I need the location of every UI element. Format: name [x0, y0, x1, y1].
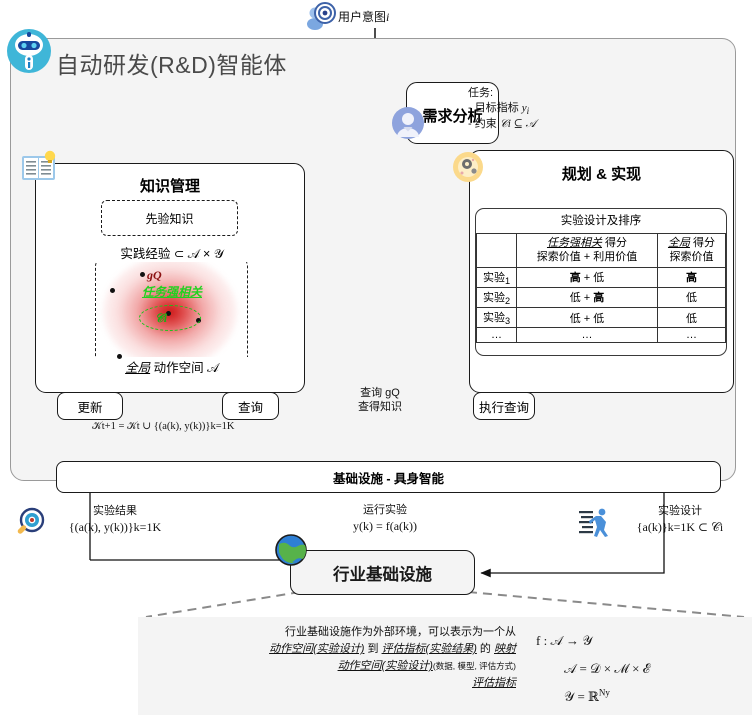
industry-infrastructure-label: 行业基础设施 [333, 565, 432, 584]
row-col2: … [657, 327, 726, 344]
experiment-design-table-card: 实验设计及排序 任务强相关 得分 探索价值 + 利用价值 全局 得分 探索价值 [475, 208, 727, 356]
row-col1: 高 + 低 [516, 266, 658, 288]
constraint-label: 𝒞i [155, 311, 168, 325]
robot-icon [7, 29, 51, 73]
update-label: 更新 [77, 400, 103, 415]
table-row: 实验3 低 + 低 低 [476, 306, 726, 329]
row-col2: 低 [657, 306, 726, 329]
gq-label: gQ [147, 268, 162, 282]
explain-line4: 评估指标 [472, 677, 516, 690]
person-icon [392, 107, 424, 139]
user-intent-text: 用户意图 [338, 10, 387, 24]
prior-knowledge-label: 先验知识 [145, 212, 194, 226]
explain-math-3: 𝒴 = ℝNy [564, 687, 610, 704]
user-target-icon [307, 2, 336, 30]
runner-icon [579, 508, 608, 537]
edge-label-exp-result: 实验结果 {(a(k), y(k))}k=1K [68, 505, 162, 534]
global-action-space-label: 全局 动作空间 𝒜 [92, 357, 252, 376]
experience-dot [140, 272, 145, 277]
row-col1: 低 + 低 [516, 306, 658, 329]
edge-label-run-exp: 运行实验 y(k) = f(a(k)) [352, 504, 418, 533]
task-relevant-region [139, 305, 201, 331]
task-note-line3: - 约束 𝒞i ⊆ 𝒜 [468, 118, 536, 131]
knowledge-management-label: 知识管理 [139, 178, 200, 195]
user-intent-symbol: i [386, 10, 390, 24]
task-note-line2: - 目标指标 yi [468, 101, 530, 117]
experience-dot [117, 354, 122, 359]
row-col1: 低 + 高 [516, 286, 658, 308]
brain-gear-icon [453, 152, 483, 182]
explain-line1: 行业基础设施作为外部环境，可以表示为一个从 [285, 626, 516, 638]
execute-query-label: 执行查询 [478, 400, 529, 415]
row-name: 实验3 [476, 306, 517, 329]
globe-icon [275, 534, 307, 566]
query-label: 查询 [237, 400, 263, 415]
table-header-index [476, 233, 517, 268]
row-col1: … [516, 327, 658, 344]
prior-knowledge-box: 先验知识 [101, 200, 238, 236]
task-relevant-label: 任务强相关 [141, 285, 202, 299]
infrastructure-label: 基础设施 - 具身智能 [332, 471, 445, 486]
table-row: 实验1 高 + 低 高 [476, 266, 726, 288]
magnifier-eye-icon [17, 507, 45, 534]
explain-line2: 动作空间(实验设计) 到 评估指标(实验结果) 的 映射 [269, 643, 516, 656]
row-name: 实验2 [476, 286, 517, 308]
explanation-text: 行业基础设施作为外部环境，可以表示为一个从 动作空间(实验设计) 到 评估指标(… [156, 624, 516, 692]
query-button[interactable]: 查询 [222, 392, 279, 420]
infrastructure-bar: 基础设施 - 具身智能 [56, 461, 721, 493]
practical-experience-label: 实践经验 ⊂ 𝒜 × 𝒴 [94, 243, 250, 262]
user-intent-label: 用户意图i [338, 8, 389, 25]
row-col2: 高 [657, 266, 726, 288]
task-note-line1: 任务: [468, 87, 494, 99]
explanation-panel: 行业基础设施作为外部环境，可以表示为一个从 动作空间(实验设计) 到 评估指标(… [138, 617, 752, 715]
edge-label-exp-design: 实验设计 {a(k)}k=1K ⊂ 𝒞i [636, 505, 724, 534]
experience-dot [110, 288, 115, 293]
table-header-row: 任务强相关 得分 探索价值 + 利用价值 全局 得分 探索价值 [476, 233, 726, 268]
update-formula: 𝒦t+1 = 𝒦t ∪ {(a(k), y(k))}k=1K [92, 421, 235, 432]
row-col2: 低 [657, 286, 726, 308]
page-title: 自动研发(R&D)智能体 [56, 52, 287, 78]
task-note: 任务: - 目标指标 yi - 约束 𝒞i ⊆ 𝒜 [468, 86, 608, 132]
row-name: 实验1 [476, 266, 517, 288]
edge-label-query-knowledge: 查得知识 [358, 401, 402, 413]
explanation-math: f : 𝒜 → 𝒴 𝒜 = 𝒟 × ℳ × ℰ 𝒴 = ℝNy [536, 627, 746, 711]
industry-infrastructure-node[interactable]: 行业基础设施 [290, 550, 475, 595]
execute-query-button[interactable]: 执行查询 [473, 392, 535, 420]
table-header-global: 全局 得分 探索价值 [657, 233, 726, 268]
explain-math-2: 𝒜 = 𝒟 × ℳ × ℰ [564, 660, 651, 676]
explain-math-1: f : 𝒜 → 𝒴 [536, 633, 593, 648]
update-button[interactable]: 更新 [57, 392, 123, 420]
table-row: … … … [476, 327, 726, 344]
table-row: 实验2 低 + 高 低 [476, 286, 726, 308]
explain-line3: 动作空间(实验设计)(数据, 模型, 评估方式) [337, 660, 516, 673]
diagram-root: 自动研发(R&D)智能体 用户意图i 需求分析 任务: - 目标指标 yi - … [0, 0, 756, 719]
planning-label: 规划 & 实现 [561, 166, 642, 183]
table-header-task-relevant: 任务强相关 得分 探索价值 + 利用价值 [516, 233, 658, 268]
book-idea-icon [22, 150, 56, 180]
experiment-table: 任务强相关 得分 探索价值 + 利用价值 全局 得分 探索价值 实验1 高 + … [476, 233, 726, 344]
edge-label-query-gq: 查询 gQ [360, 387, 400, 399]
experiment-table-caption: 实验设计及排序 [560, 215, 642, 227]
row-name: … [476, 327, 517, 344]
